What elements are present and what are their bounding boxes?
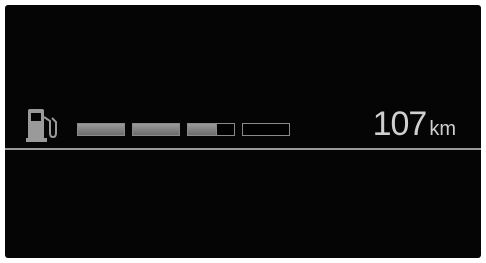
- fuel-pump-icon: [26, 107, 60, 143]
- fuel-segment: [242, 123, 290, 136]
- fuel-segment: [77, 123, 125, 136]
- fuel-gauge-bar: [77, 123, 290, 137]
- range-unit: km: [429, 118, 456, 140]
- cluster-display: 107 km: [5, 5, 481, 258]
- divider-line: [5, 148, 481, 150]
- fuel-segment: [132, 123, 180, 136]
- fuel-segment: [187, 123, 235, 136]
- range-value: 107: [372, 105, 428, 143]
- fuel-range-row: 107 km: [5, 101, 481, 147]
- range-readout: 107 km: [373, 105, 456, 144]
